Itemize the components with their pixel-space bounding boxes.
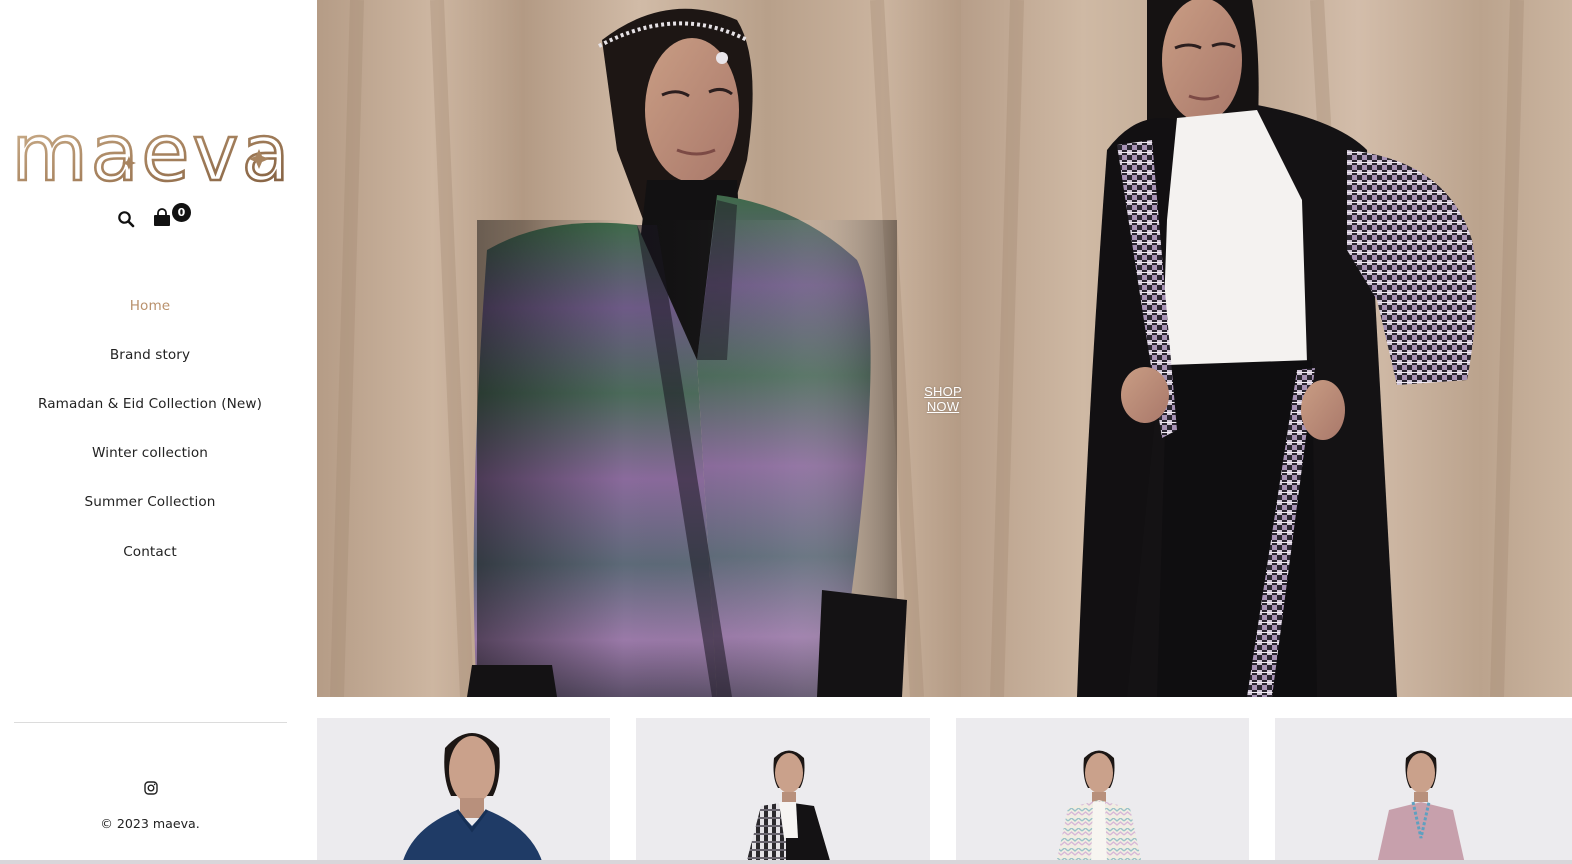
product-card-2[interactable] <box>636 718 930 864</box>
copyright-text: © 2023 maeva. <box>100 816 200 831</box>
shopping-bag-icon <box>154 208 170 226</box>
product-image-1 <box>317 718 610 864</box>
nav-item-brand-story: Brand story <box>0 330 300 379</box>
sidebar: maeva 0 Home Brand story Ramadan & Eid C… <box>0 0 317 864</box>
nav-item-home: Home <box>0 281 300 330</box>
nav-item-winter: Winter collection <box>0 429 300 478</box>
product-card-1[interactable] <box>317 718 610 864</box>
product-image-4 <box>1275 718 1572 864</box>
logo-text: maeva <box>14 112 290 199</box>
nav-link-contact[interactable]: Contact <box>123 544 177 560</box>
nav-link-ramadan-eid[interactable]: Ramadan & Eid Collection (New) <box>38 396 262 412</box>
hero-image <box>317 0 1572 697</box>
bottom-edge-bar <box>0 860 1572 864</box>
cart-count-badge: 0 <box>172 203 191 222</box>
search-icon[interactable] <box>115 208 137 230</box>
nav-item-summer: Summer Collection <box>0 478 300 527</box>
hero-banner[interactable]: SHOP NOW <box>317 0 1572 697</box>
nav-item-ramadan-eid: Ramadan & Eid Collection (New) <box>0 379 300 428</box>
nav-link-brand-story[interactable]: Brand story <box>110 347 190 363</box>
nav-link-winter[interactable]: Winter collection <box>92 445 208 461</box>
nav-link-home[interactable]: Home <box>130 298 171 314</box>
main-nav: Home Brand story Ramadan & Eid Collectio… <box>0 281 300 576</box>
brand-logo: maeva <box>14 112 290 200</box>
nav-link-summer[interactable]: Summer Collection <box>85 494 216 510</box>
cart-button[interactable]: 0 <box>152 203 192 232</box>
product-image-2 <box>636 718 930 864</box>
instagram-icon <box>144 781 158 795</box>
brand-logo-link[interactable]: maeva <box>14 112 290 202</box>
product-card-3[interactable] <box>956 718 1249 864</box>
sidebar-divider <box>14 722 287 723</box>
product-card-4[interactable] <box>1275 718 1572 864</box>
header-icons: 0 <box>0 200 300 236</box>
shop-now-link[interactable]: SHOP NOW <box>907 384 979 414</box>
product-image-3 <box>956 718 1249 864</box>
nav-item-contact: Contact <box>0 527 300 576</box>
instagram-link[interactable] <box>143 780 159 796</box>
